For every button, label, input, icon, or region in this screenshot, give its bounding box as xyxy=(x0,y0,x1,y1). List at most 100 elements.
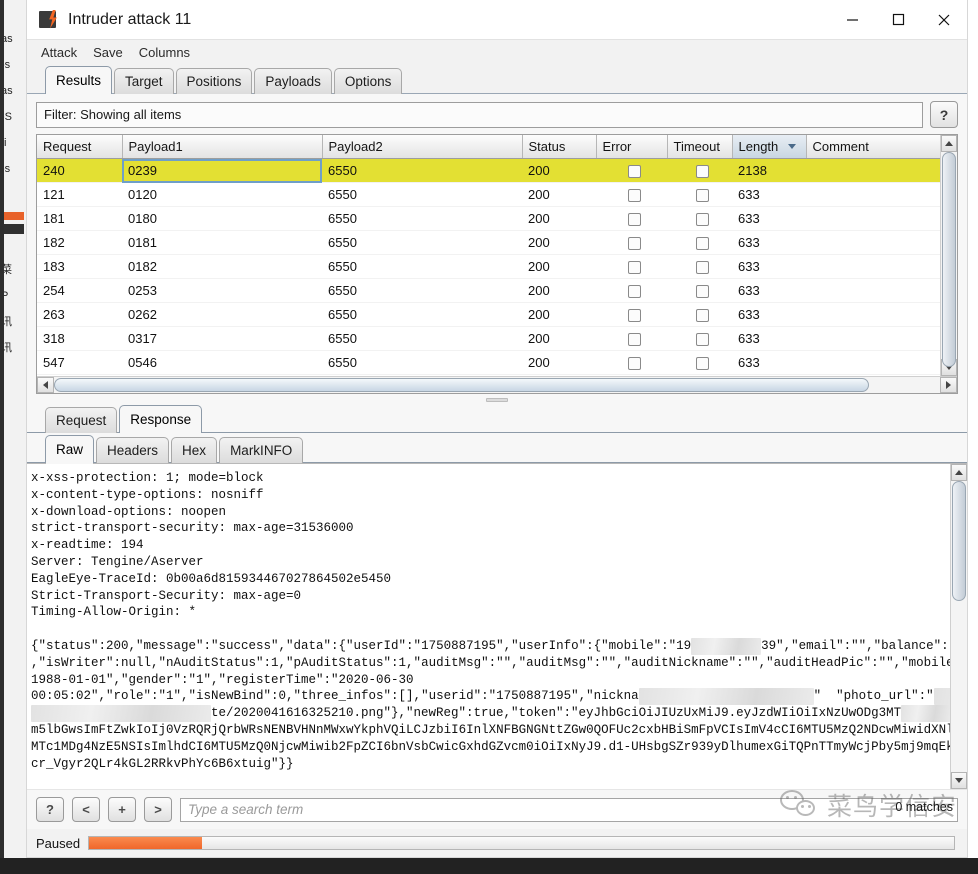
cell-request[interactable]: 240 xyxy=(37,158,122,183)
response-scroll-down-icon[interactable] xyxy=(951,772,967,789)
hscroll-track[interactable] xyxy=(54,377,940,393)
tab-request[interactable]: Request xyxy=(45,407,118,433)
cell-error[interactable] xyxy=(596,158,667,183)
cell-length[interactable]: 2138 xyxy=(732,158,806,183)
cell-request[interactable]: 254 xyxy=(37,278,122,303)
menu-item-attack[interactable]: Attack xyxy=(40,44,78,61)
table-row[interactable]: 182 0181 6550 200 633 xyxy=(37,230,940,255)
response-vscroll-thumb[interactable] xyxy=(952,481,966,601)
cell-error[interactable] xyxy=(596,206,667,231)
search-input[interactable]: Type a search term xyxy=(180,797,958,822)
checkbox-icon[interactable] xyxy=(696,357,709,371)
cell-status[interactable]: 200 xyxy=(522,302,596,327)
maximize-icon[interactable] xyxy=(875,0,921,39)
tab-headers[interactable]: Headers xyxy=(96,437,170,463)
cell-error[interactable] xyxy=(596,350,667,375)
cell-payload1[interactable]: 0120 xyxy=(122,182,322,207)
cell-timeout[interactable] xyxy=(667,254,732,279)
cell-payload1[interactable]: 0262 xyxy=(122,302,322,327)
tab-target[interactable]: Target xyxy=(114,68,174,94)
cell-request[interactable]: 263 xyxy=(37,302,122,327)
cell-length[interactable]: 633 xyxy=(732,182,806,207)
checkbox-icon[interactable] xyxy=(628,333,641,347)
table-row[interactable]: 547 0546 6550 200 633 xyxy=(37,350,940,375)
cell-payload2[interactable]: 6550 xyxy=(322,326,522,351)
checkbox-icon[interactable] xyxy=(628,309,641,323)
menu-item-columns[interactable]: Columns xyxy=(138,44,191,61)
vscroll-thumb[interactable] xyxy=(942,152,956,367)
cell-timeout[interactable] xyxy=(667,182,732,207)
menu-item-save[interactable]: Save xyxy=(92,44,124,61)
table-row[interactable]: 318 0317 6550 200 633 xyxy=(37,326,940,351)
checkbox-icon[interactable] xyxy=(696,189,709,203)
minimize-icon[interactable] xyxy=(829,0,875,39)
cell-request[interactable]: 183 xyxy=(37,254,122,279)
checkbox-icon[interactable] xyxy=(628,357,641,371)
table-row[interactable]: 240 0239 6550 200 2138 xyxy=(37,158,940,183)
results-horizontal-scrollbar[interactable] xyxy=(37,376,957,393)
cell-status[interactable]: 200 xyxy=(522,254,596,279)
cell-timeout[interactable] xyxy=(667,302,732,327)
cell-request[interactable]: 547 xyxy=(37,350,122,375)
column-header-payload2[interactable]: Payload2 xyxy=(322,135,523,159)
tab-results[interactable]: Results xyxy=(45,66,113,95)
cell-request[interactable]: 181 xyxy=(37,206,122,231)
splitter-grip[interactable] xyxy=(486,398,508,402)
cell-request[interactable]: 318 xyxy=(37,326,122,351)
cell-status[interactable]: 200 xyxy=(522,158,596,183)
checkbox-icon[interactable] xyxy=(696,285,709,299)
cell-payload2[interactable]: 6550 xyxy=(322,350,522,375)
column-header-error[interactable]: Error xyxy=(596,135,668,159)
tab-markinfo[interactable]: MarkINFO xyxy=(219,437,304,463)
checkbox-icon[interactable] xyxy=(696,333,709,347)
table-row[interactable]: 121 0120 6550 200 633 xyxy=(37,182,940,207)
cell-comment[interactable] xyxy=(806,158,940,183)
cell-comment[interactable] xyxy=(806,302,940,327)
cell-comment[interactable] xyxy=(806,278,940,303)
response-scroll-up-icon[interactable] xyxy=(951,464,967,481)
response-raw-text[interactable]: x-xss-protection: 1; mode=block x-content… xyxy=(27,464,950,789)
cell-error[interactable] xyxy=(596,254,667,279)
cell-status[interactable]: 200 xyxy=(522,350,596,375)
search-next-button[interactable]: > xyxy=(144,797,172,822)
cell-error[interactable] xyxy=(596,326,667,351)
cell-timeout[interactable] xyxy=(667,326,732,351)
cell-payload2[interactable]: 6550 xyxy=(322,182,522,207)
cell-length[interactable]: 633 xyxy=(732,278,806,303)
search-add-button[interactable]: + xyxy=(108,797,136,822)
checkbox-icon[interactable] xyxy=(628,189,641,203)
checkbox-icon[interactable] xyxy=(628,213,641,227)
cell-timeout[interactable] xyxy=(667,206,732,231)
cell-error[interactable] xyxy=(596,278,667,303)
table-row[interactable]: 183 0182 6550 200 633 xyxy=(37,254,940,279)
column-header-timeout[interactable]: Timeout xyxy=(667,135,733,159)
cell-payload2[interactable]: 6550 xyxy=(322,278,522,303)
column-header-payload1[interactable]: Payload1 xyxy=(122,135,323,159)
vscroll-track[interactable] xyxy=(941,152,957,367)
cell-timeout[interactable] xyxy=(667,158,732,183)
cell-payload1[interactable]: 0317 xyxy=(122,326,322,351)
cell-payload1[interactable]: 0253 xyxy=(122,278,322,303)
cell-length[interactable]: 633 xyxy=(732,230,806,255)
checkbox-icon[interactable] xyxy=(628,261,641,275)
cell-comment[interactable] xyxy=(806,350,940,375)
cell-timeout[interactable] xyxy=(667,278,732,303)
response-vertical-scrollbar[interactable] xyxy=(950,464,967,789)
column-header-request[interactable]: Request xyxy=(37,135,123,159)
tab-positions[interactable]: Positions xyxy=(175,68,253,94)
scroll-up-icon[interactable] xyxy=(941,135,957,152)
cell-timeout[interactable] xyxy=(667,350,732,375)
checkbox-icon[interactable] xyxy=(628,165,641,179)
cell-status[interactable]: 200 xyxy=(522,230,596,255)
checkbox-icon[interactable] xyxy=(696,261,709,275)
cell-request[interactable]: 121 xyxy=(37,182,122,207)
cell-length[interactable]: 633 xyxy=(732,350,806,375)
cell-payload1[interactable]: 0180 xyxy=(122,206,322,231)
cell-request[interactable]: 182 xyxy=(37,230,122,255)
tab-raw[interactable]: Raw xyxy=(45,435,95,464)
tab-options[interactable]: Options xyxy=(333,68,403,94)
checkbox-icon[interactable] xyxy=(696,309,709,323)
close-icon[interactable] xyxy=(921,0,967,39)
cell-status[interactable]: 200 xyxy=(522,182,596,207)
table-row[interactable]: 181 0180 6550 200 633 xyxy=(37,206,940,231)
